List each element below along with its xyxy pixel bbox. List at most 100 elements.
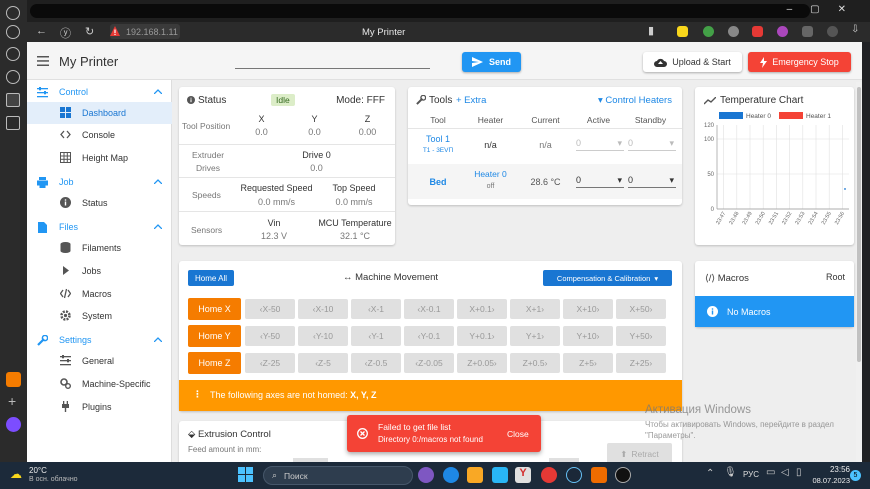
- clock-icon[interactable]: [6, 6, 20, 20]
- star-icon[interactable]: [6, 47, 20, 61]
- jog-button[interactable]: Z+0.05 ›: [457, 353, 507, 373]
- alice-icon[interactable]: [6, 417, 21, 432]
- sidebar-item-console[interactable]: Console: [27, 124, 172, 146]
- bed-standby-select[interactable]: 0 ▾: [628, 172, 676, 188]
- send-button[interactable]: Send: [462, 52, 521, 72]
- jog-button[interactable]: X+1 ›: [510, 299, 560, 319]
- bed-link[interactable]: Bed: [413, 177, 463, 187]
- tool-1-active-select[interactable]: 0 ▾: [576, 135, 624, 151]
- home-y-button[interactable]: Home Y: [188, 325, 241, 347]
- page-scrollbar[interactable]: [856, 82, 862, 462]
- explorer-icon[interactable]: [467, 467, 483, 483]
- tools-extra-toggle[interactable]: + Extra: [456, 95, 486, 106]
- jog-button[interactable]: Y+1 ›: [510, 326, 560, 346]
- bed-heater-link[interactable]: Heater 0: [468, 169, 513, 179]
- app-orange-icon[interactable]: [6, 372, 21, 387]
- sidebar-item-height-map[interactable]: Height Map: [27, 147, 172, 169]
- tool-1-standby-select[interactable]: 0 ▾: [628, 135, 676, 151]
- macros-root-breadcrumb[interactable]: Root: [826, 272, 845, 282]
- network-icon[interactable]: ▭: [766, 467, 775, 478]
- sidebar-item-jobs[interactable]: Jobs: [27, 260, 172, 282]
- jog-button[interactable]: X+50 ›: [616, 299, 666, 319]
- jog-button[interactable]: ‹ X-50: [245, 299, 295, 319]
- chat-app-icon[interactable]: [418, 467, 434, 483]
- shield-ext-icon[interactable]: [703, 26, 714, 37]
- yandex-icon[interactable]: [541, 467, 557, 483]
- bookmark-icon[interactable]: ▮: [648, 24, 659, 37]
- jog-button[interactable]: Y+10 ›: [563, 326, 613, 346]
- gcode-input[interactable]: [235, 68, 430, 69]
- sidebar-item-filaments[interactable]: Filaments: [27, 237, 172, 259]
- jog-button[interactable]: ‹ X-0.1: [404, 299, 454, 319]
- sidebar-section-control[interactable]: Control: [27, 82, 172, 102]
- jog-button[interactable]: ‹ Y-50: [245, 326, 295, 346]
- sidebar-item-system[interactable]: System: [27, 305, 172, 327]
- jog-button[interactable]: Y+0.1 ›: [457, 326, 507, 346]
- steam-icon[interactable]: [566, 467, 582, 483]
- home-all-button[interactable]: Home All: [188, 270, 234, 286]
- wallet-icon[interactable]: [6, 116, 20, 130]
- sidebar-section-job[interactable]: Job: [27, 172, 172, 192]
- app-78-icon[interactable]: [6, 93, 20, 107]
- start-button[interactable]: [238, 467, 253, 482]
- account-icon[interactable]: ⓨ: [60, 25, 71, 41]
- sidebar-item-plugins[interactable]: Plugins: [27, 396, 172, 418]
- jog-button[interactable]: Z+5 ›: [563, 353, 613, 373]
- menu-icon[interactable]: [37, 56, 49, 66]
- jog-button[interactable]: Y+50 ›: [616, 326, 666, 346]
- puzzle-icon[interactable]: [802, 26, 813, 37]
- extension-red-icon[interactable]: [752, 26, 763, 37]
- emergency-stop-button[interactable]: Emergency Stop: [748, 52, 851, 72]
- clock-date[interactable]: 08.07.2023: [808, 476, 850, 485]
- jog-button[interactable]: Z+25 ›: [616, 353, 666, 373]
- jog-button[interactable]: ‹ Y-0.1: [404, 326, 454, 346]
- volume-icon[interactable]: ◁: [781, 467, 789, 478]
- sidebar-section-files[interactable]: Files: [27, 217, 172, 237]
- weather-icon[interactable]: ☁: [10, 467, 22, 481]
- jog-button[interactable]: X+0.1 ›: [457, 299, 507, 319]
- tray-chevron-icon[interactable]: ⌃: [706, 468, 714, 479]
- yandex-browser-icon[interactable]: Y: [515, 467, 531, 483]
- jog-button[interactable]: ‹ Z-25: [245, 353, 295, 373]
- compensation-calibration-button[interactable]: Compensation & Calibration ▾: [543, 270, 672, 286]
- extension-yellow-icon[interactable]: [677, 26, 688, 37]
- play-icon[interactable]: [6, 70, 20, 84]
- jog-button[interactable]: ‹ Y-10: [298, 326, 348, 346]
- sidebar-item-macros[interactable]: Macros: [27, 283, 172, 305]
- add-icon[interactable]: +: [8, 393, 16, 409]
- jog-button[interactable]: ‹ Z-0.05: [404, 353, 454, 373]
- jog-button[interactable]: ‹ X-10: [298, 299, 348, 319]
- menu-ext-icon[interactable]: [827, 26, 838, 37]
- scrollbar-thumb[interactable]: [857, 87, 861, 362]
- upload-start-button[interactable]: Upload & Start: [643, 52, 742, 72]
- sidebar-section-settings[interactable]: Settings: [27, 330, 172, 350]
- control-heaters-toggle[interactable]: ▾ Control Heaters: [598, 95, 672, 106]
- tool-1-link[interactable]: Tool 1: [413, 134, 463, 144]
- history-icon[interactable]: [6, 25, 20, 39]
- retract-button[interactable]: ⬆ Retract: [607, 443, 672, 462]
- home-z-button[interactable]: Home Z: [188, 352, 241, 374]
- jog-button[interactable]: Z+0.5 ›: [510, 353, 560, 373]
- jog-button[interactable]: ‹ X-1: [351, 299, 401, 319]
- jog-button[interactable]: ‹ Z-5: [298, 353, 348, 373]
- home-x-button[interactable]: Home X: [188, 298, 241, 320]
- jog-button[interactable]: ‹ Y-1: [351, 326, 401, 346]
- sidebar-item-general[interactable]: General: [27, 350, 172, 372]
- toast-close-button[interactable]: Close: [507, 429, 529, 439]
- legend-swatch[interactable]: [779, 112, 803, 119]
- bed-active-select[interactable]: 0 ▾: [576, 172, 624, 188]
- legend-swatch[interactable]: [719, 112, 743, 119]
- jog-button[interactable]: X+10 ›: [563, 299, 613, 319]
- bulb-icon[interactable]: [728, 26, 739, 37]
- microphone-icon[interactable]: 🎙: [724, 467, 737, 478]
- app-orange-taskbar-icon[interactable]: [591, 467, 607, 483]
- language-indicator[interactable]: РУС: [743, 470, 759, 479]
- clock-time[interactable]: 23:56: [818, 465, 850, 474]
- download-icon[interactable]: ⇩: [851, 24, 862, 35]
- extension-flower-icon[interactable]: [777, 26, 788, 37]
- store-icon[interactable]: [492, 467, 508, 483]
- sidebar-item-machine-specific[interactable]: Machine-Specific: [27, 373, 172, 395]
- jog-button[interactable]: ‹ Z-0.5: [351, 353, 401, 373]
- sidebar-item-dashboard[interactable]: Dashboard: [27, 102, 172, 124]
- edge-icon[interactable]: [443, 467, 459, 483]
